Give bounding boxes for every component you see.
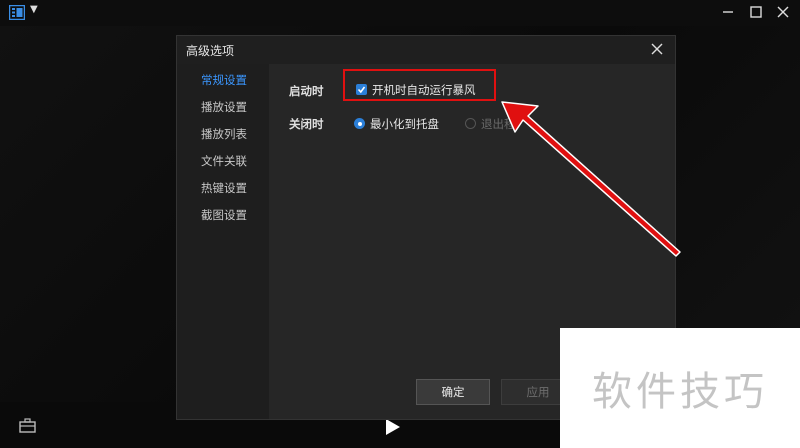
- dialog-title: 高级选项: [186, 44, 235, 58]
- maximize-icon[interactable]: [748, 4, 764, 20]
- nav-item-playlist[interactable]: 播放列表: [201, 126, 247, 142]
- watermark-text: 软件技巧: [592, 369, 768, 415]
- dialog-close-icon[interactable]: [651, 43, 663, 55]
- title-bar: ▼: [0, 0, 800, 26]
- nav-item-playback[interactable]: 播放设置: [201, 99, 247, 115]
- close-icon[interactable]: [775, 4, 791, 20]
- nav-item-file-association[interactable]: 文件关联: [201, 153, 247, 169]
- dialog-header: 高级选项: [177, 36, 675, 64]
- play-icon[interactable]: [385, 418, 401, 436]
- nav-item-general[interactable]: 常规设置: [201, 72, 247, 88]
- chevron-down-icon[interactable]: ▼: [30, 4, 38, 15]
- minimize-icon[interactable]: [720, 4, 736, 20]
- watermark: 软件技巧: [560, 328, 800, 448]
- nav-item-screenshot[interactable]: 截图设置: [201, 207, 247, 223]
- exit-program-radio[interactable]: [465, 118, 476, 129]
- exit-program-label[interactable]: 退出程: [481, 116, 516, 132]
- app-menu-icon[interactable]: [9, 5, 25, 20]
- minimize-to-tray-radio[interactable]: [354, 118, 365, 129]
- ok-button[interactable]: 确定: [416, 379, 490, 405]
- nav-item-hotkeys[interactable]: 热键设置: [201, 180, 247, 196]
- startup-label: 启动时: [289, 84, 324, 98]
- tray-icon[interactable]: [19, 418, 36, 433]
- on-close-label: 关闭时: [289, 117, 324, 131]
- minimize-to-tray-label[interactable]: 最小化到托盘: [370, 116, 439, 132]
- annotation-highlight-box: [343, 69, 496, 101]
- settings-nav: 常规设置 播放设置 播放列表 文件关联 热键设置 截图设置: [177, 64, 269, 419]
